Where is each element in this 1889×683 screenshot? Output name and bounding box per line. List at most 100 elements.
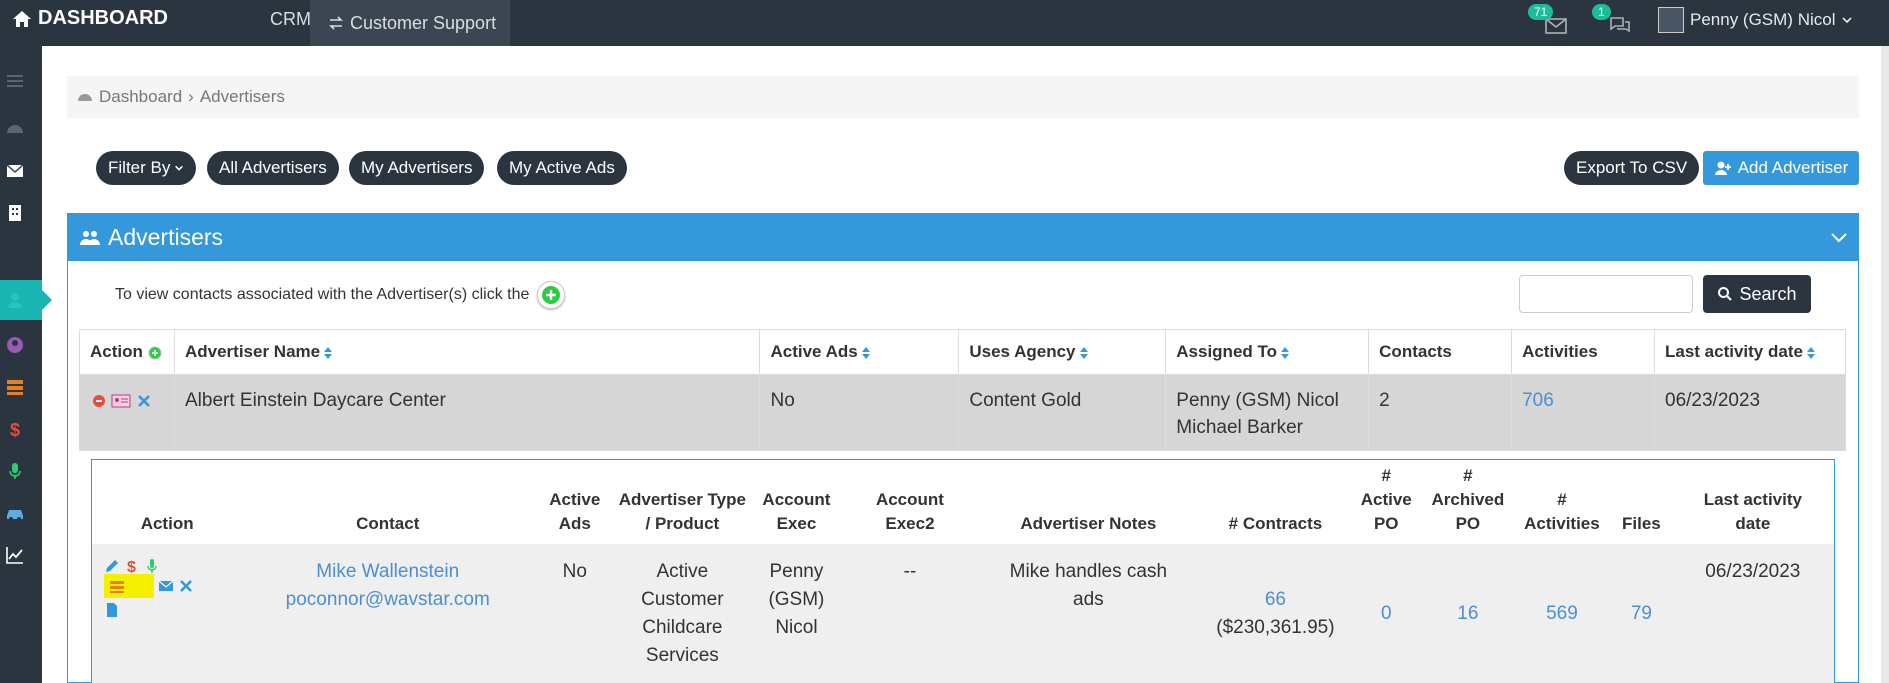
advertiser-assigned-to: Penny (GSM) Nicol Michael Barker [1165,374,1370,451]
file-icon[interactable] [104,602,120,618]
col-activities: Activities [1511,329,1655,375]
advertiser-activities-link[interactable]: 706 [1511,374,1655,451]
advertiser-contacts: 2 [1368,374,1513,451]
col-advertiser-name-label: Advertiser Name [184,342,321,361]
assigned-person: Michael Barker [1176,417,1303,438]
edit-pencil-icon[interactable] [104,558,120,574]
chevron-down-icon [175,165,184,171]
delete-x-icon[interactable] [137,394,151,408]
id-card-icon[interactable] [111,394,131,408]
microphone-icon[interactable] [144,558,160,574]
collapse-minus-icon[interactable] [92,394,106,408]
all-advertisers-button[interactable]: All Advertisers [207,151,339,185]
sub-col-label: Account [875,490,944,509]
line-chart-icon [6,547,23,564]
my-advertisers-button[interactable]: My Advertisers [349,151,485,185]
sidebar-item-documents[interactable] [4,202,26,224]
envelope-icon[interactable] [158,578,174,594]
sub-col-files: Files [1622,514,1661,533]
collapse-chevron-icon[interactable] [1830,228,1848,246]
search-button[interactable]: Search [1703,275,1811,313]
search-button-label: Search [1739,283,1797,304]
sidebar-menu-toggle[interactable] [4,70,26,92]
filter-by-dropdown[interactable]: Filter By [96,151,197,185]
nav-customer-support[interactable]: Customer Support [310,0,510,46]
table-row: Albert Einstein Daycare Center No Conten… [79,374,1846,451]
breadcrumb-dashboard-link[interactable]: Dashboard [99,87,182,107]
col-assigned-to[interactable]: Assigned To [1165,329,1370,375]
col-contacts: Contacts [1368,329,1513,375]
contact-contracts: 66 ($230,361.95) [1201,544,1350,683]
expand-contacts-button[interactable] [537,281,566,309]
avatar [1658,7,1684,33]
col-active-ads-label: Active Ads [770,342,858,361]
contact-name-link[interactable]: Mike Wallenstein [242,558,533,586]
sidebar-item-contacts[interactable] [4,334,26,356]
contact-type-line: Services [645,645,719,666]
col-uses-agency[interactable]: Uses Agency [958,329,1167,375]
export-csv-button[interactable]: Export To CSV [1564,151,1700,185]
contact-type-line: Active [656,561,709,582]
archived-po-link[interactable]: 16 [1423,544,1513,683]
users-icon [80,230,100,245]
col-active-ads[interactable]: Active Ads [759,329,960,375]
contact-notes-line: Mike handles cash [1009,561,1168,582]
contact-type: Active Customer Childcare Services [616,544,749,683]
contact-notes: Mike handles cash ads [975,544,1202,683]
sidebar-item-contracts[interactable] [4,376,26,398]
sidebar-item-vehicles[interactable] [4,502,26,524]
sort-icon [1281,346,1290,359]
brand-label: DASHBOARD [38,7,168,29]
sub-col-label: Active [1360,490,1412,509]
active-po-link[interactable]: 0 [1349,544,1423,683]
col-last-activity[interactable]: Last activity date [1654,329,1846,375]
sidebar-item-advertisers[interactable] [4,289,26,311]
hamburger-icon [7,75,23,87]
sidebar-item-reports[interactable] [4,544,26,566]
sidebar-item-dashboard[interactable] [4,118,26,140]
nav-crm[interactable]: CRM [270,9,311,30]
home-icon [13,10,31,27]
contact-type-line: Childcare [642,617,723,638]
sub-col-label: Last activity [1703,490,1802,509]
page-scrollbar[interactable] [1881,46,1889,683]
mail-notifications[interactable]: 71 [1528,4,1568,36]
chat-notifications[interactable]: 1 [1592,4,1632,36]
advertiser-active-ads: No [759,374,960,451]
dashboard-brand-link[interactable]: DASHBOARD [12,7,168,30]
delete-x-icon[interactable] [178,578,194,594]
col-advertiser-name[interactable]: Advertiser Name [173,329,761,375]
col-action: Action [79,329,175,375]
my-active-ads-button[interactable]: My Active Ads [497,151,627,185]
sub-col-label: Exec2 [885,514,935,533]
sub-col-label: Archived [1431,490,1505,509]
nav-customer-support-label: Customer Support [350,12,497,33]
sidebar-item-billing[interactable]: $ [4,418,26,440]
table-row: $ Mike Wallenstein poconnor@wavstar.com … [92,544,1834,683]
sort-icon [1806,346,1815,359]
panel-header: Advertisers [68,214,1858,261]
add-advertiser-label: Add Advertiser [1737,158,1849,177]
sub-col-contact: Contact [356,514,420,533]
contact-notes-line: ads [1073,589,1104,610]
sidebar: $ [0,46,52,683]
advertiser-name: Albert Einstein Daycare Center [173,374,761,451]
chat-count-badge: 1 [1592,4,1611,20]
mail-count-badge: 71 [1528,4,1554,20]
dollar-icon[interactable]: $ [124,558,140,574]
sub-col-exec: Account Exec [748,460,844,544]
sub-col-notes: Advertiser Notes [1020,514,1157,533]
user-menu[interactable]: Penny (GSM) Nicol [1658,0,1853,40]
svg-text:$: $ [10,420,20,439]
contact-activities-link[interactable]: 569 [1512,544,1612,683]
contact-email-link[interactable]: poconnor@wavstar.com [242,586,533,614]
sub-col-last-activity: Last activity date [1672,460,1834,544]
contracts-count-link[interactable]: 66 [1201,586,1349,614]
plus-circle-icon[interactable] [148,346,162,360]
sidebar-item-audio[interactable] [4,460,26,482]
add-advertiser-button[interactable]: Add Advertiser [1703,151,1859,185]
search-input[interactable] [1519,275,1693,313]
sidebar-item-mail[interactable] [4,160,26,182]
files-link[interactable]: 79 [1611,544,1672,683]
highlighted-stack-icon[interactable] [104,574,154,598]
